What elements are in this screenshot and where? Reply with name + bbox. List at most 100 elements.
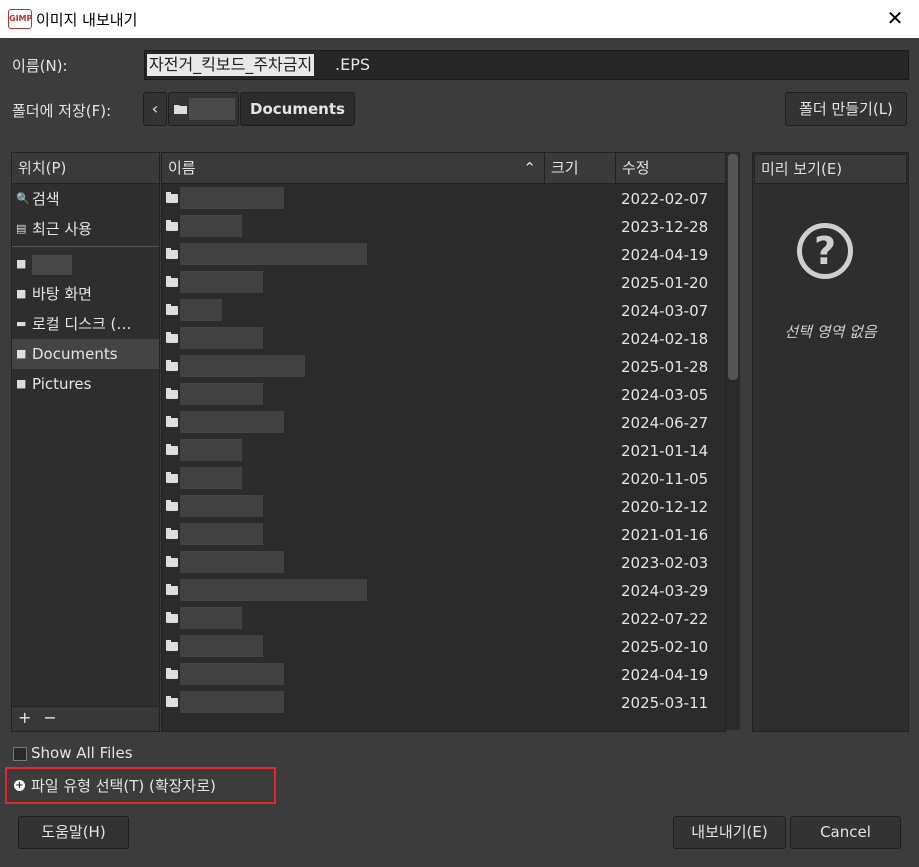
recent-icon: ▤ [16, 222, 27, 235]
show-all-files-checkbox[interactable] [13, 747, 27, 761]
file-list[interactable]: 이름 ⌃ 크기 수정 2022-02-07 2023-12-28 2024-04-19… [161, 152, 726, 732]
table-row[interactable]: 2020-11-05 [162, 465, 725, 493]
file-rows: 2022-02-07 2023-12-28 2024-04-19 2025-01-20… [162, 185, 725, 717]
file-modified-date: 2021-01-14 [621, 442, 709, 460]
title-bar: GIMP 이미지 내보내기 ✕ [0, 0, 919, 38]
export-button[interactable]: 내보내기(E) [673, 816, 786, 849]
place-label: Documents [32, 345, 118, 363]
redacted-file-name [180, 383, 263, 405]
folder-icon: ■ [16, 287, 27, 300]
table-row[interactable]: 2024-04-19 [162, 241, 725, 269]
table-row[interactable]: 2024-02-18 [162, 325, 725, 353]
redacted-file-name [180, 439, 242, 461]
place-label: 바탕 화면 [32, 285, 92, 303]
breadcrumb-current-folder[interactable]: Documents [240, 92, 355, 126]
table-row[interactable]: 2025-01-28 [162, 353, 725, 381]
table-row[interactable]: 2025-03-11 [162, 689, 725, 717]
file-type-label[interactable]: 파일 유형 선택(T) (확장자로) [31, 775, 216, 797]
folder-icon [166, 472, 178, 483]
redacted-file-name [180, 551, 284, 573]
filename-extension[interactable]: .EPS [335, 54, 370, 76]
table-row[interactable]: 2024-03-29 [162, 577, 725, 605]
table-row[interactable]: 2024-04-19 [162, 661, 725, 689]
redacted-file-name [180, 215, 242, 237]
scrollbar-thumb[interactable] [728, 154, 738, 380]
table-row[interactable]: 2025-01-20 [162, 269, 725, 297]
filename-input[interactable]: 자전거_킥보드_주차금지 .EPS [144, 50, 909, 80]
places-footer: + − [12, 706, 159, 731]
breadcrumb-back-button[interactable]: ‹ [143, 92, 167, 126]
place-recent[interactable]: ▤ 최근 사용 [12, 214, 159, 244]
no-selection-text: 선택 영역 없음 [784, 323, 877, 341]
column-label: 이름 [168, 159, 196, 177]
column-modified[interactable]: 수정 [616, 153, 725, 183]
expander-plus-icon[interactable]: + [14, 780, 25, 791]
save-folder-label: 폴더에 저장(F): [12, 102, 112, 120]
folder-icon [166, 388, 178, 399]
place-user-home[interactable]: ■ [12, 249, 159, 279]
table-row[interactable]: 2021-01-16 [162, 521, 725, 549]
folder-icon [166, 696, 178, 707]
gimp-app-icon: GIMP [8, 9, 32, 29]
folder-icon [166, 304, 178, 315]
breadcrumb-parent-folder[interactable] [168, 92, 239, 126]
file-modified-date: 2021-01-16 [621, 526, 709, 544]
folder-icon [166, 276, 178, 287]
column-name[interactable]: 이름 ⌃ [162, 153, 545, 183]
table-row[interactable]: 2024-06-27 [162, 409, 725, 437]
file-modified-date: 2024-06-27 [621, 414, 709, 432]
folder-icon [166, 528, 178, 539]
table-row[interactable]: 2025-02-10 [162, 633, 725, 661]
place-desktop[interactable]: ■ 바탕 화면 [12, 279, 159, 309]
filename-selected-text[interactable]: 자전거_킥보드_주차금지 [147, 54, 315, 76]
place-pictures[interactable]: ■ Pictures [12, 369, 159, 399]
redacted-file-name [180, 327, 263, 349]
places-divider [12, 246, 159, 247]
close-icon[interactable]: ✕ [881, 4, 909, 32]
redacted-file-name [180, 271, 263, 293]
redacted-file-name [180, 467, 242, 489]
redacted-file-name [180, 579, 367, 601]
folder-icon [166, 444, 178, 455]
table-row[interactable]: 2021-01-14 [162, 437, 725, 465]
place-label: 최근 사용 [32, 220, 92, 238]
redacted-file-name [180, 663, 284, 685]
create-folder-button[interactable]: 폴더 만들기(L) [785, 92, 907, 126]
place-label: 검색 [32, 190, 60, 208]
place-label: 로컬 디스크 (… [32, 315, 132, 333]
folder-icon: ■ [16, 377, 27, 390]
file-modified-date: 2022-02-07 [621, 190, 709, 208]
place-local-disk[interactable]: ▬ 로컬 디스크 (… [12, 309, 159, 339]
preview-header[interactable]: 미리 보기(E) [754, 154, 907, 184]
table-row[interactable]: 2023-12-28 [162, 213, 725, 241]
file-type-expander[interactable]: + 파일 유형 선택(T) (확장자로) [5, 767, 276, 804]
table-row[interactable]: 2020-12-12 [162, 493, 725, 521]
cancel-button[interactable]: Cancel [790, 816, 901, 849]
table-row[interactable]: 2024-03-05 [162, 381, 725, 409]
redacted-file-name [180, 635, 263, 657]
add-place-icon[interactable]: + [18, 708, 31, 727]
redacted-folder-name [189, 98, 235, 120]
table-row[interactable]: 2023-02-03 [162, 549, 725, 577]
place-documents[interactable]: ■ Documents [12, 339, 159, 369]
help-button[interactable]: 도움말(H) [18, 816, 129, 849]
places-panel: 위치(P) 🔍 검색 ▤ 최근 사용 ■ ■ 바탕 화면 ▬ 로컬 디스크 (…… [11, 152, 160, 732]
folder-icon [166, 360, 178, 371]
column-size[interactable]: 크기 [545, 153, 616, 183]
place-search[interactable]: 🔍 검색 [12, 184, 159, 214]
table-row[interactable]: 2022-07-22 [162, 605, 725, 633]
redacted-file-name [180, 187, 284, 209]
table-row[interactable]: 2022-02-07 [162, 185, 725, 213]
show-all-files-label[interactable]: Show All Files [31, 744, 133, 762]
folder-icon [174, 105, 187, 114]
place-label: Pictures [32, 375, 92, 393]
name-label: 이름(N): [12, 57, 68, 75]
redacted-file-name [180, 355, 305, 377]
table-row[interactable]: 2024-03-07 [162, 297, 725, 325]
remove-place-icon[interactable]: − [43, 708, 56, 727]
places-header[interactable]: 위치(P) [12, 153, 159, 184]
file-list-scrollbar[interactable] [726, 152, 740, 730]
search-icon: 🔍 [16, 192, 30, 205]
redacted-place-name [32, 254, 72, 275]
folder-icon [166, 500, 178, 511]
